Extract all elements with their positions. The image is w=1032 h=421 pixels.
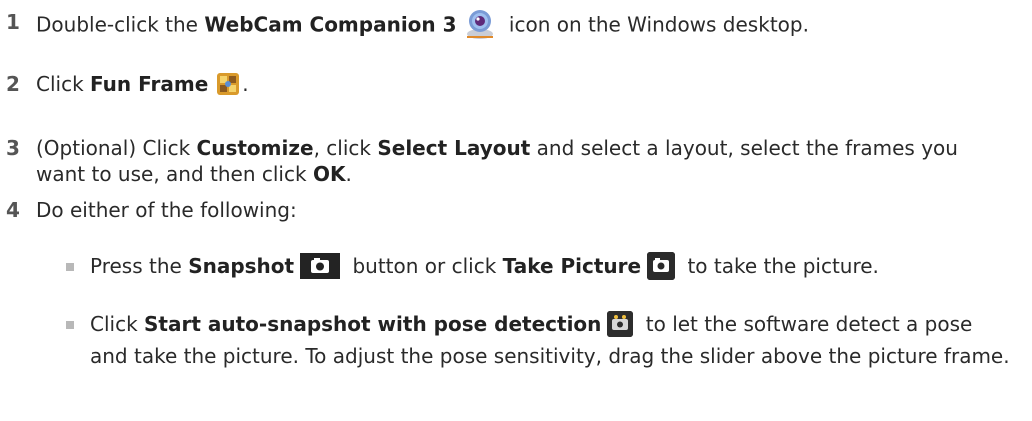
customize-label: Customize — [196, 136, 314, 160]
step-text-part: Click — [36, 72, 91, 96]
step-text-part: (Optional) Click — [36, 136, 197, 160]
step-text-part: , click — [313, 136, 378, 160]
bullet-text-part: to take the picture. — [681, 254, 879, 278]
ok-label: OK — [312, 162, 346, 186]
step-text-part: icon on the Windows desktop. — [502, 12, 809, 37]
step-text: Double-click the WebCam Companion 3 icon… — [36, 9, 809, 43]
step-text: Do either of the following: — [36, 198, 297, 222]
step-text-part: . — [345, 162, 352, 186]
step-number: 2 — [6, 72, 20, 96]
bullet-marker — [66, 263, 74, 271]
bullet-text: Press the Snapshot button or click Take … — [90, 250, 1010, 282]
step-text: Click Fun Frame . — [36, 71, 249, 98]
fun-frame-label: Fun Frame — [90, 72, 209, 96]
step-number: 4 — [6, 198, 20, 222]
bullet-text-part: button or click — [346, 254, 503, 278]
take-picture-label: Take Picture — [502, 254, 642, 278]
bullet-text-part: Press the — [90, 254, 189, 278]
step-text-part: Double-click the — [36, 12, 205, 37]
step-number: 1 — [6, 10, 20, 34]
bullet-text-part: Click — [90, 312, 145, 336]
step-text: (Optional) Click Customize, click Select… — [36, 135, 996, 187]
snapshot-button-icon — [300, 252, 341, 279]
instructions-document: 1 Double-click the WebCam Companion 3 ic… — [0, 0, 1032, 421]
step-number: 3 — [6, 136, 20, 160]
take-picture-icon — [647, 251, 676, 280]
select-layout-label: Select Layout — [377, 136, 531, 160]
snapshot-label: Snapshot — [188, 254, 295, 278]
pose-detection-icon — [607, 310, 634, 337]
bullet-text: Click Start auto-snapshot with pose dete… — [90, 308, 1010, 372]
webcam-companion-icon — [463, 7, 497, 41]
bullet-marker — [66, 321, 74, 329]
fun-frame-icon — [216, 72, 240, 96]
app-name: WebCam Companion 3 — [204, 12, 457, 37]
step-text-part: . — [242, 72, 249, 96]
pose-detection-label: Start auto-snapshot with pose detection — [144, 312, 602, 336]
